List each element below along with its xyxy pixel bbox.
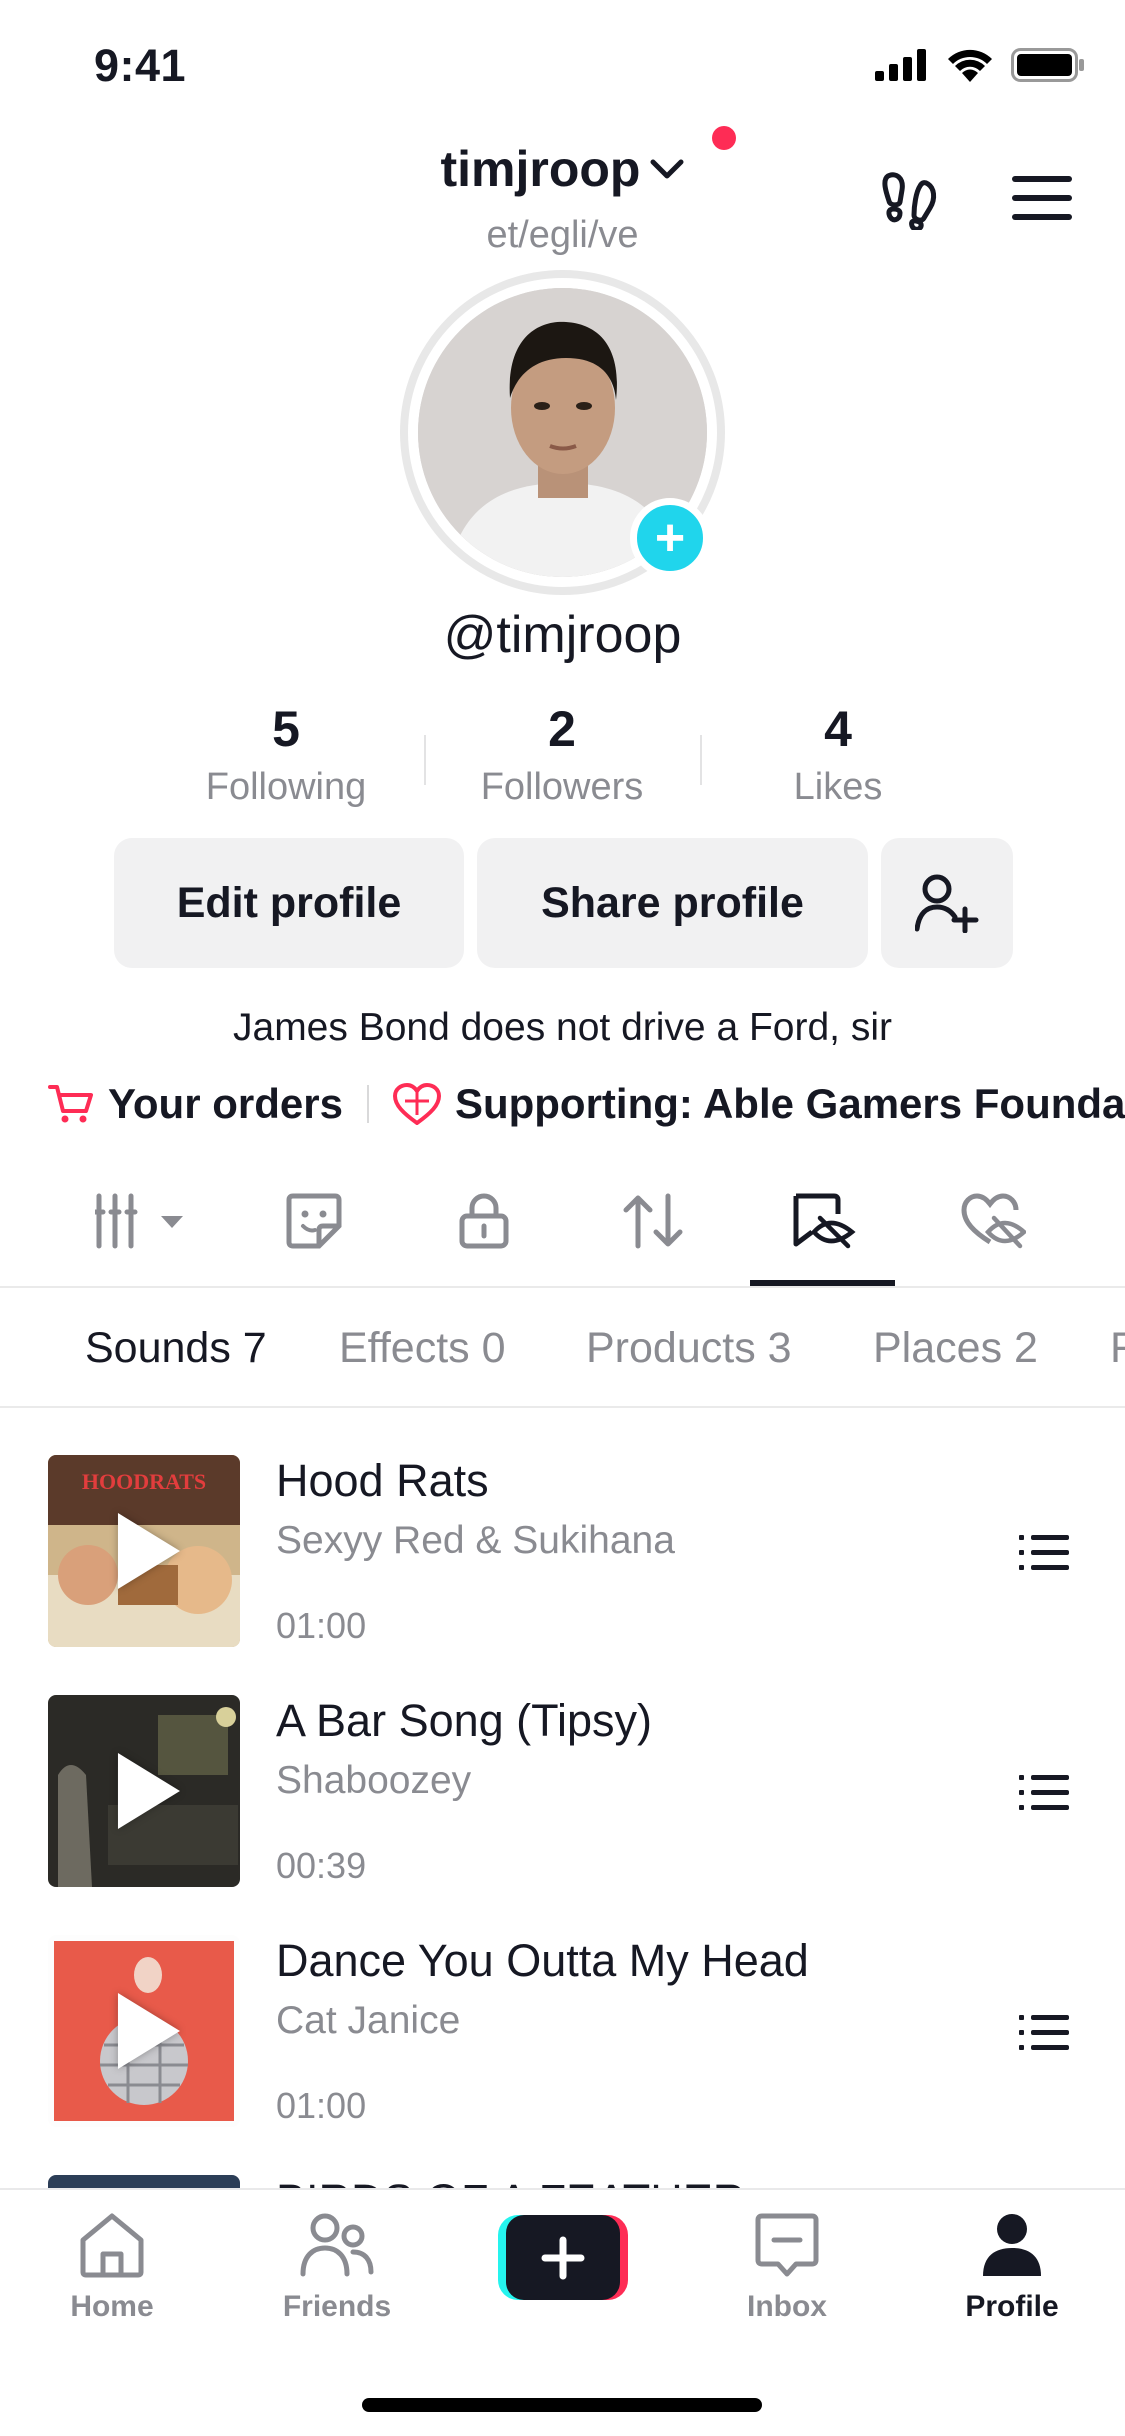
footprints-icon <box>882 172 937 232</box>
status-icons <box>875 48 1085 82</box>
inbox-icon <box>755 2213 819 2277</box>
sound-options-button[interactable] <box>1019 2013 1069 2058</box>
content-tabbar <box>0 1170 1125 1288</box>
footprints-button[interactable] <box>878 168 940 235</box>
subtab-sounds[interactable]: Sounds 7 <box>85 1324 267 1373</box>
sticker-icon <box>286 1193 342 1249</box>
sound-options-button[interactable] <box>1019 1773 1069 1818</box>
following-label: Following <box>205 766 367 808</box>
add-story-button[interactable]: + <box>630 498 710 578</box>
friends-icon <box>300 2213 374 2277</box>
sound-title: Hood Rats <box>276 1455 489 1506</box>
profile-links: Your orders Supporting: Able Gamers Foun… <box>48 1080 1125 1128</box>
play-icon <box>117 1993 180 2069</box>
supporting-link[interactable]: Supporting: Able Gamers Foundati <box>392 1080 1125 1128</box>
nav-profile[interactable]: Profile <box>912 2212 1112 2324</box>
hidden-heart-icon <box>961 1193 1026 1249</box>
nav-inbox-label: Inbox <box>747 2290 827 2323</box>
profile-handle: @timjroop <box>443 606 682 664</box>
tab-grid[interactable] <box>95 1192 187 1250</box>
plus-icon: + <box>654 509 686 567</box>
sound-title: A Bar Song (Tipsy) <box>276 1695 652 1746</box>
menu-button[interactable] <box>1012 174 1072 227</box>
sound-cover[interactable] <box>48 1695 240 1887</box>
hamburger-menu-icon <box>1012 176 1072 220</box>
sound-duration: 00:39 <box>276 1845 367 1886</box>
stat-following[interactable]: 5 Following <box>148 700 424 809</box>
charity-heart-icon <box>392 1083 441 1125</box>
hidden-bookmark-icon <box>793 1193 856 1249</box>
list-icon <box>1019 2015 1069 2050</box>
sound-title: Dance You Outta My Head <box>276 1935 809 1986</box>
home-indicator <box>362 2398 762 2412</box>
home-icon <box>80 2213 144 2278</box>
sound-cover[interactable]: HOODRATS <box>48 1455 240 1647</box>
account-switcher[interactable]: timjroop <box>0 140 1125 198</box>
sound-duration: 01:00 <box>276 2085 367 2126</box>
nav-home-label: Home <box>70 2290 154 2323</box>
list-icon <box>1019 1775 1069 1810</box>
nav-inbox[interactable]: Inbox <box>687 2212 887 2324</box>
tab-reposts[interactable] <box>622 1192 684 1250</box>
tab-stickers[interactable] <box>285 1192 343 1250</box>
nav-friends[interactable]: Friends <box>237 2212 437 2324</box>
likes-label: Likes <box>793 766 883 808</box>
create-icon <box>541 2236 585 2279</box>
lock-icon <box>459 1193 509 1249</box>
sound-item[interactable]: HOODRATS Hood Rats Sexyy Red & Sukihana … <box>0 1455 1125 1655</box>
profile-icon <box>983 2214 1041 2276</box>
add-friend-button[interactable] <box>881 838 1013 968</box>
nav-profile-label: Profile <box>965 2290 1059 2323</box>
nav-home[interactable]: Home <box>12 2212 212 2324</box>
notification-dot <box>712 126 736 150</box>
cellular-signal-icon <box>875 49 926 81</box>
wifi-icon <box>948 49 992 82</box>
sound-artist: Shaboozey <box>276 1759 472 1802</box>
subtab-places[interactable]: Places 2 <box>873 1324 1038 1373</box>
sound-item[interactable]: Dance You Outta My Head Cat Janice 01:00 <box>0 1935 1125 2135</box>
sound-item[interactable]: A Bar Song (Tipsy) Shaboozey 00:39 <box>0 1695 1125 1895</box>
orders-label: Your orders <box>108 1080 343 1127</box>
share-profile-button[interactable]: Share profile <box>477 838 868 968</box>
subtab-more[interactable]: F <box>1110 1324 1125 1373</box>
likes-count: 4 <box>824 701 852 757</box>
battery-icon <box>1011 48 1084 82</box>
add-person-icon <box>915 874 979 933</box>
pronouns: et/egli/ve <box>486 214 639 256</box>
tab-private[interactable] <box>458 1192 510 1250</box>
play-icon <box>117 1513 180 1589</box>
tab-liked[interactable] <box>960 1192 1026 1250</box>
followers-label: Followers <box>480 766 644 808</box>
repost-icon <box>623 1193 683 1249</box>
favorites-subtabs: Sounds 7 Effects 0 Products 3 Places 2 F <box>0 1290 1125 1408</box>
sound-artist: Sexyy Red & Sukihana <box>276 1519 675 1562</box>
tab-favorites[interactable] <box>790 1192 856 1250</box>
shopping-cart-icon <box>48 1085 93 1123</box>
sound-cover[interactable] <box>48 1935 240 2127</box>
create-button[interactable] <box>498 2215 628 2300</box>
album-art-text: HOODRATS <box>81 1469 207 1494</box>
subtab-products[interactable]: Products 3 <box>586 1324 792 1373</box>
stat-likes[interactable]: 4 Likes <box>700 700 976 809</box>
followers-count: 2 <box>548 701 576 757</box>
play-icon <box>117 1753 180 1829</box>
stat-followers[interactable]: 2 Followers <box>424 700 700 809</box>
link-separator <box>366 1085 369 1123</box>
edit-profile-button[interactable]: Edit profile <box>114 838 464 968</box>
list-icon <box>1019 1535 1069 1570</box>
sound-duration: 01:00 <box>276 1605 367 1646</box>
active-tab-indicator <box>750 1280 895 1286</box>
supporting-label: Supporting: Able Gamers Foundati <box>454 1080 1125 1127</box>
grid-columns-icon <box>95 1193 183 1249</box>
orders-link[interactable]: Your orders <box>48 1080 343 1128</box>
username: timjroop <box>440 141 641 197</box>
status-time: 9:41 <box>94 40 187 91</box>
sound-artist: Cat Janice <box>276 1999 461 2042</box>
following-count: 5 <box>272 701 300 757</box>
bio-text: James Bond does not drive a Ford, sir <box>233 1006 892 1049</box>
nav-friends-label: Friends <box>282 2290 392 2323</box>
subtab-effects[interactable]: Effects 0 <box>339 1324 506 1373</box>
chevron-down-icon <box>650 159 684 179</box>
sound-options-button[interactable] <box>1019 1533 1069 1578</box>
